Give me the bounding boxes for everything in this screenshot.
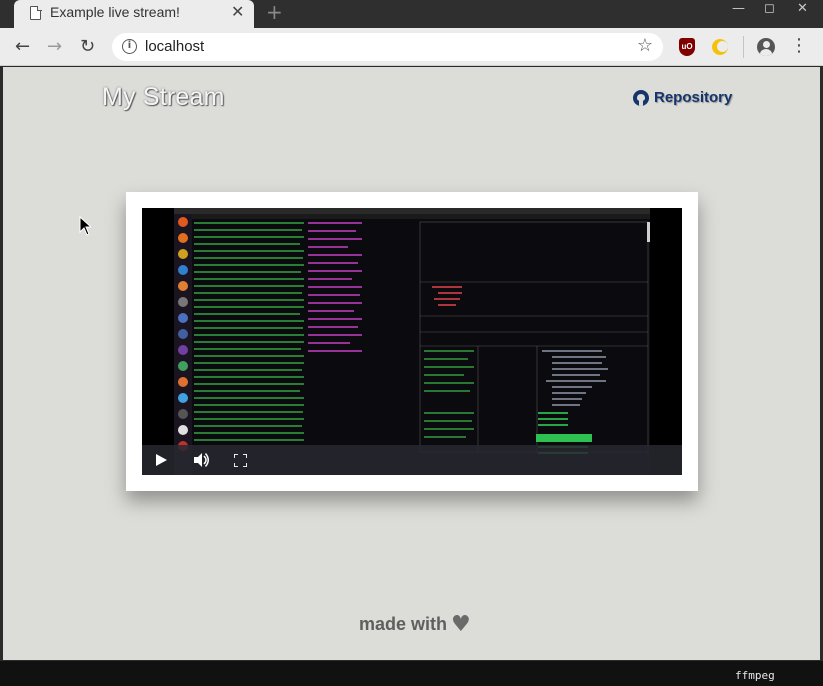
new-tab-button[interactable]: + [266, 0, 283, 24]
url-text[interactable]: localhost [145, 38, 204, 55]
github-icon [633, 89, 649, 106]
play-icon[interactable] [156, 454, 167, 466]
maximize-button[interactable]: ◻ [764, 1, 775, 16]
forward-icon[interactable]: → [47, 36, 62, 57]
terminal-strip: ffmpeg [0, 661, 823, 686]
minimize-button[interactable]: — [732, 1, 745, 16]
browser-menu-icon[interactable]: ⋮ [790, 35, 808, 56]
address-bar[interactable]: i localhost ☆ [112, 33, 663, 61]
video-card [126, 192, 698, 491]
video-player[interactable] [142, 208, 682, 475]
terminal-process-label: ffmpeg [735, 669, 775, 682]
back-icon[interactable]: ← [15, 36, 30, 57]
footer-text: made with [359, 614, 448, 634]
heart-icon: ♥ [451, 612, 471, 637]
bookmark-star-icon[interactable]: ☆ [637, 35, 653, 56]
account-icon[interactable] [757, 38, 775, 56]
tab-title: Example live stream! [50, 4, 180, 20]
close-window-button[interactable]: ✕ [797, 1, 808, 16]
volume-icon[interactable] [194, 453, 210, 467]
tab-close-icon[interactable]: ✕ [231, 2, 244, 21]
fullscreen-icon[interactable] [234, 454, 247, 467]
toolbar-divider [743, 36, 744, 58]
video-controls [142, 445, 682, 475]
site-info-icon[interactable]: i [122, 39, 137, 54]
browser-tab[interactable]: Example live stream! ✕ [14, 0, 254, 28]
browser-toolbar: ← → ↻ i localhost ☆ uO ⋮ [0, 28, 823, 66]
green-highlight-bar [536, 434, 592, 442]
site-title: My Stream [102, 83, 225, 111]
repository-link[interactable]: Repository [633, 89, 732, 106]
window-titlebar: Example live stream! ✕ + — ◻ ✕ [0, 0, 823, 28]
document-icon [30, 5, 42, 20]
launcher-icons [178, 217, 188, 451]
repository-link-label: Repository [654, 89, 733, 106]
dark-reader-icon[interactable] [712, 39, 728, 55]
page-viewport: My Stream Repository made with ♥ [3, 67, 820, 660]
mouse-cursor-icon [79, 216, 91, 236]
stream-frame [174, 208, 650, 475]
footer: made with ♥ [359, 612, 471, 637]
ublock-origin-icon[interactable]: uO [679, 38, 695, 56]
reload-icon[interactable]: ↻ [80, 36, 95, 57]
